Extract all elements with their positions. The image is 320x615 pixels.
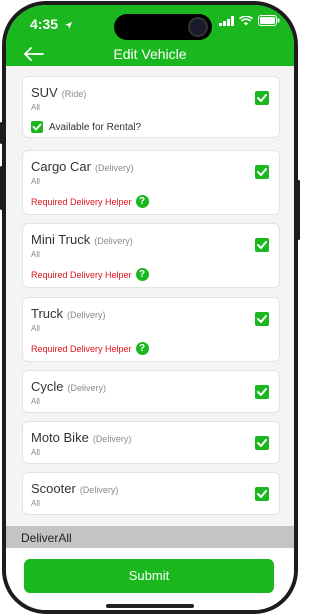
footer: Submit — [6, 548, 294, 610]
vehicle-card: Mini Truck (Delivery) All Required Delive… — [22, 223, 280, 288]
vehicle-name: Moto Bike (Delivery) — [31, 430, 132, 445]
help-icon[interactable]: ? — [135, 342, 149, 355]
section-header: DeliverAll — [6, 526, 294, 548]
vehicle-checkbox[interactable] — [255, 385, 269, 399]
vehicle-checkbox[interactable] — [255, 165, 269, 179]
vehicle-subtitle: All — [31, 397, 40, 406]
rental-label: Available for Rental? — [49, 121, 142, 133]
vehicle-type: (Delivery) — [94, 163, 134, 173]
location-arrow-icon — [64, 21, 73, 29]
vehicle-subtitle: All — [31, 499, 40, 508]
status-bar: 4:35 — [6, 5, 294, 40]
check-icon — [257, 388, 267, 396]
wifi-icon — [239, 15, 253, 25]
required-helper-label: Required Delivery Helper — [31, 343, 132, 354]
vehicle-name: Cargo Car (Delivery) — [31, 159, 134, 174]
status-time: 4:35 — [30, 16, 73, 32]
vehicle-type: (Ride) — [61, 89, 87, 99]
phone-frame: 4:35 Edit Vehicle SUV (Ride) All Availab… — [0, 0, 300, 615]
vehicle-type: (Delivery) — [67, 310, 106, 320]
signal-icon — [219, 15, 234, 26]
help-icon[interactable]: ? — [135, 268, 149, 281]
help-icon[interactable]: ? — [135, 195, 149, 208]
required-helper: Required Delivery Helper? — [31, 268, 149, 281]
required-helper-label: Required Delivery Helper — [31, 269, 132, 280]
vehicle-subtitle: All — [31, 103, 40, 112]
vehicle-checkbox[interactable] — [255, 238, 269, 252]
vehicle-card: Truck (Delivery) All Required Delivery He… — [22, 297, 280, 362]
vehicle-name: Scooter (Delivery) — [31, 481, 119, 496]
check-icon — [257, 439, 267, 447]
status-icons — [219, 15, 280, 26]
page-title: Edit Vehicle — [113, 46, 187, 62]
vehicle-type: (Delivery) — [79, 485, 119, 495]
check-icon — [257, 490, 267, 498]
required-helper: Required Delivery Helper? — [31, 342, 149, 355]
vehicle-card: Cargo Car (Delivery) All Required Deliver… — [22, 150, 280, 215]
camera-icon — [188, 17, 208, 37]
vehicle-checkbox[interactable] — [255, 436, 269, 450]
check-icon — [257, 241, 267, 249]
vehicle-type: (Delivery) — [94, 236, 133, 246]
home-indicator — [106, 604, 194, 608]
check-icon — [257, 168, 267, 176]
vehicle-name: Cycle (Delivery) — [31, 379, 107, 394]
vehicle-subtitle: All — [31, 177, 40, 186]
rental-option[interactable]: Available for Rental? — [31, 121, 141, 133]
vehicle-subtitle: All — [31, 448, 40, 457]
required-helper: Required Delivery Helper? — [31, 195, 149, 208]
required-helper-label: Required Delivery Helper — [31, 196, 132, 207]
vehicle-name: Truck (Delivery) — [31, 306, 106, 321]
vehicle-name: SUV (Ride) — [31, 85, 87, 100]
vehicle-card: Cycle (Delivery) All — [22, 370, 280, 413]
vehicle-checkbox[interactable] — [255, 487, 269, 501]
check-icon — [32, 123, 42, 131]
vehicle-type: (Delivery) — [92, 434, 132, 444]
section-label: DeliverAll — [21, 531, 72, 545]
check-icon — [257, 94, 267, 102]
vehicle-card: SUV (Ride) All Available for Rental? — [22, 76, 280, 138]
vehicle-checkbox[interactable] — [255, 312, 269, 326]
vehicle-card: Moto Bike (Delivery) All — [22, 421, 280, 464]
submit-button[interactable]: Submit — [24, 559, 274, 593]
vehicle-list: SUV (Ride) All Available for Rental? Carg… — [6, 66, 294, 526]
vehicle-checkbox[interactable] — [255, 91, 269, 105]
vehicle-subtitle: All — [31, 250, 40, 259]
check-icon — [257, 315, 267, 323]
rental-checkbox[interactable] — [31, 121, 43, 133]
vehicle-type: (Delivery) — [67, 383, 107, 393]
vehicle-subtitle: All — [31, 324, 40, 333]
screen: 4:35 Edit Vehicle SUV (Ride) All Availab… — [6, 5, 294, 610]
battery-icon — [258, 15, 280, 26]
dynamic-island — [114, 14, 212, 40]
vehicle-name: Mini Truck (Delivery) — [31, 232, 133, 247]
app-header: 4:35 Edit Vehicle — [6, 5, 294, 66]
vehicle-card: Scooter (Delivery) All — [22, 472, 280, 515]
